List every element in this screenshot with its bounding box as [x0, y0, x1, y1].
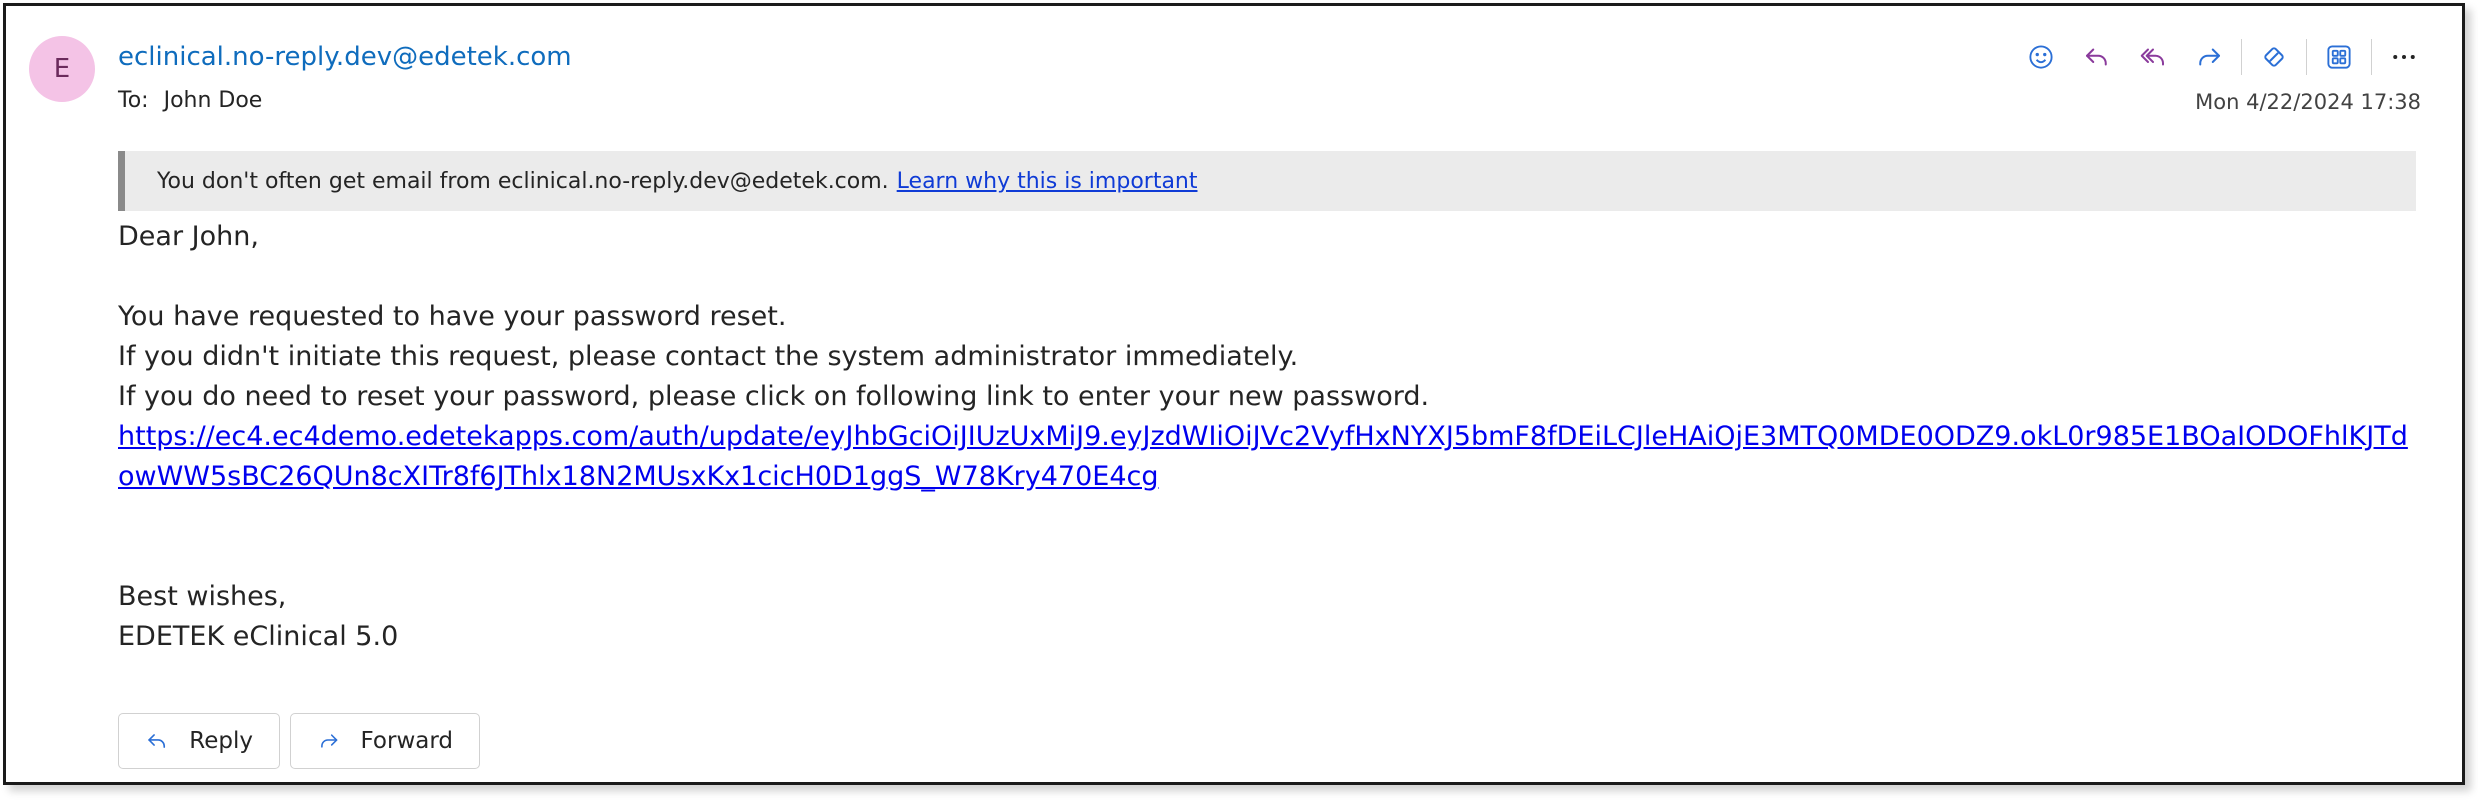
more-actions-button[interactable] [2376, 34, 2432, 80]
toolbar-divider [2371, 39, 2372, 75]
forward-icon [2199, 48, 2220, 66]
apps-icon [2327, 45, 2351, 69]
to-label: To: [118, 88, 149, 113]
message-body: Dear John, You have requested to have yo… [118, 217, 2418, 657]
message-toolbar [2013, 34, 2432, 80]
forward-button[interactable] [2181, 34, 2237, 80]
learn-why-link[interactable]: Learn why this is important [897, 169, 1198, 194]
avatar-initial: E [53, 54, 71, 84]
forward-action-button[interactable]: Forward [290, 713, 480, 769]
more-icon [2393, 55, 2415, 59]
reply-all-button[interactable] [2125, 34, 2181, 80]
reply-action-button[interactable]: Reply [118, 713, 280, 769]
avatar[interactable]: E [29, 36, 95, 102]
reply-all-icon [2140, 48, 2164, 66]
forward-label: Forward [360, 728, 454, 754]
email-reading-pane: E eclinical.no-reply.dev@edetek.com To: … [3, 3, 2465, 785]
loop-button[interactable] [2246, 34, 2302, 80]
forward-icon [321, 734, 338, 748]
emoji-react-icon [2029, 45, 2053, 69]
body-line: You have requested to have your password… [118, 301, 787, 332]
message-timestamp: Mon 4/22/2024 17:38 [2195, 90, 2421, 114]
toolbar-divider [2241, 39, 2242, 75]
emoji-react-button[interactable] [2013, 34, 2069, 80]
toolbar-divider [2306, 39, 2307, 75]
apps-button[interactable] [2311, 34, 2367, 80]
reply-button[interactable] [2069, 34, 2125, 80]
body-line: If you do need to reset your password, p… [118, 381, 1430, 412]
reply-icon [148, 734, 166, 748]
reply-icon [2086, 48, 2107, 66]
loop-icon [2264, 47, 2284, 67]
password-reset-link[interactable]: https://ec4.ec4demo.edetekapps.com/auth/… [118, 417, 2418, 497]
recipient-name[interactable]: John Doe [164, 88, 263, 113]
sender-email[interactable]: eclinical.no-reply.dev@edetek.com [118, 42, 572, 72]
recipient-row: To: John Doe [118, 88, 262, 113]
external-sender-banner: You don't often get email from eclinical… [118, 151, 2416, 211]
body-line: If you didn't initiate this request, ple… [118, 341, 1299, 372]
closing: Best wishes, [118, 581, 287, 612]
banner-text: You don't often get email from eclinical… [157, 168, 889, 194]
quick-actions: Reply Forward [118, 713, 480, 769]
greeting: Dear John, [118, 221, 259, 252]
reply-label: Reply [189, 728, 253, 754]
signature: EDETEK eClinical 5.0 [118, 621, 399, 652]
